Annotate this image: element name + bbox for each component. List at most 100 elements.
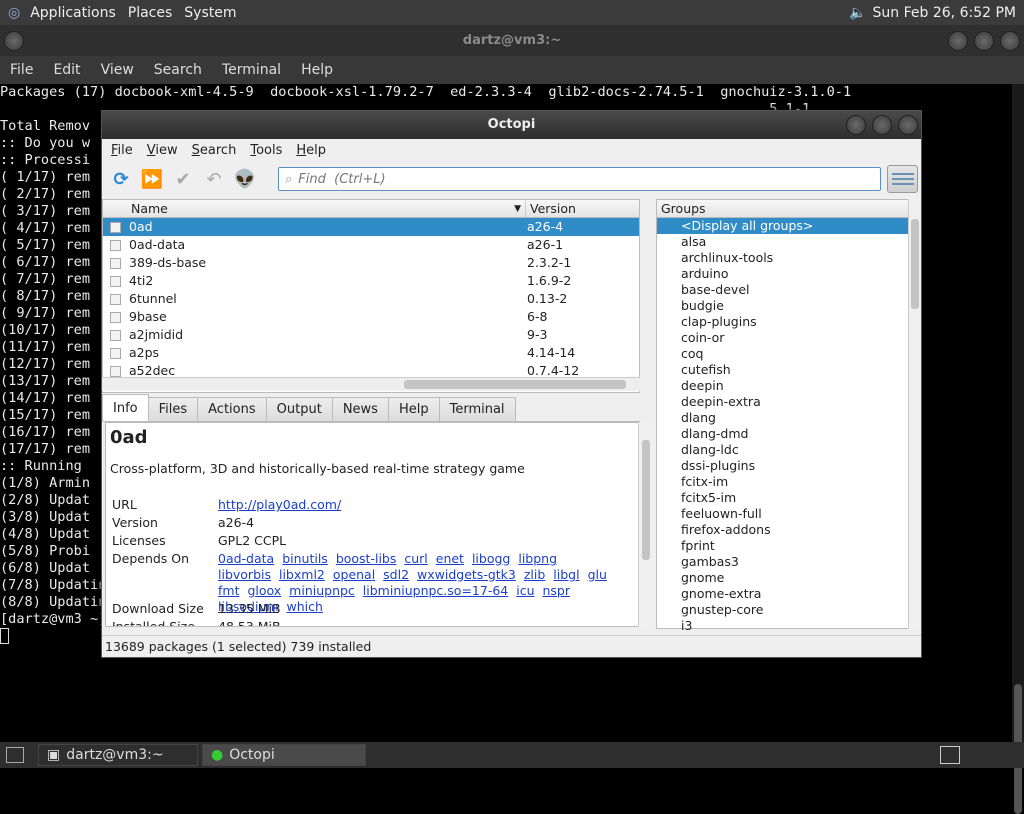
group-item[interactable]: gambas3 — [657, 554, 920, 570]
dependency-link[interactable]: libminiupnpc.so=17-64 — [363, 583, 508, 598]
groups-panel[interactable]: Groups <Display all groups> alsa archlinux… — [656, 199, 921, 633]
tab-actions[interactable]: Actions — [197, 397, 267, 421]
package-row[interactable]: 0ad-data a26-1 — [103, 236, 639, 254]
octopi-menu-view[interactable]: View — [142, 143, 183, 158]
dependency-link[interactable]: zlib — [524, 567, 545, 582]
package-row[interactable]: 6tunnel 0.13-2 — [103, 290, 639, 308]
group-item[interactable]: firefox-addons — [657, 522, 920, 538]
octopi-menu-tools[interactable]: Tools — [245, 143, 287, 158]
group-item[interactable]: archlinux-tools — [657, 250, 920, 266]
dependency-link[interactable]: wxwidgets-gtk3 — [417, 567, 516, 582]
group-item[interactable]: deepin — [657, 378, 920, 394]
group-item[interactable]: alsa — [657, 234, 920, 250]
dependency-link[interactable]: boost-libs — [336, 551, 397, 566]
dependency-link[interactable]: openal — [333, 567, 375, 582]
group-item[interactable]: budgie — [657, 298, 920, 314]
dependency-link[interactable]: libpng — [518, 551, 557, 566]
package-url-link[interactable]: http://play0ad.com/ — [218, 497, 341, 512]
places-menu[interactable]: Places — [122, 5, 179, 21]
package-list-hscrollbar[interactable] — [102, 377, 640, 391]
group-item[interactable]: gnome-extra — [657, 586, 920, 602]
group-item[interactable]: deepin-extra — [657, 394, 920, 410]
commit-icon[interactable]: ✔ — [171, 167, 195, 191]
terminal-menu-edit[interactable]: Edit — [43, 62, 90, 78]
octopi-menu-file[interactable]: File — [106, 143, 138, 158]
clock[interactable]: Sun Feb 26, 6:52 PM — [873, 5, 1016, 21]
terminal-titlebar[interactable]: dartz@vm3:~ — [0, 25, 1024, 56]
tab-info[interactable]: Info — [102, 394, 149, 421]
group-item[interactable]: dlang-ldc — [657, 442, 920, 458]
tab-files[interactable]: Files — [147, 397, 199, 421]
terminal-menu-view[interactable]: View — [91, 62, 144, 78]
package-row[interactable]: 4ti2 1.6.9-2 — [103, 272, 639, 290]
dependency-link[interactable]: miniupnpc — [289, 583, 355, 598]
dependency-link[interactable]: gloox — [247, 583, 281, 598]
package-row[interactable]: a2ps 4.14-14 — [103, 344, 639, 362]
dependency-link[interactable]: binutils — [282, 551, 328, 566]
octopi-minimize-button[interactable] — [846, 115, 866, 135]
dependency-link[interactable]: icu — [516, 583, 534, 598]
octopi-titlebar[interactable]: Octopi — [102, 111, 921, 139]
group-item[interactable]: base-devel — [657, 282, 920, 298]
group-item[interactable]: fcitx5-im — [657, 490, 920, 506]
group-item[interactable]: cutefish — [657, 362, 920, 378]
distro-logo-icon[interactable]: ◎ — [0, 5, 24, 21]
search-input[interactable] — [298, 171, 859, 187]
package-list[interactable]: Name ▼ Version 0ad a26-4 0ad-data a26-1 389-… — [102, 199, 640, 393]
terminal-scrollbar[interactable] — [1012, 84, 1024, 814]
dependency-link[interactable]: fmt — [218, 583, 239, 598]
sync-database-icon[interactable]: ⟳ — [109, 167, 133, 191]
terminal-menu-help[interactable]: Help — [291, 62, 343, 78]
octopi-close-button[interactable] — [898, 115, 918, 135]
volume-icon[interactable]: 🔈 — [849, 5, 866, 21]
package-row[interactable]: 9base 6-8 — [103, 308, 639, 326]
group-item[interactable]: dlang — [657, 410, 920, 426]
dependency-link[interactable]: libvorbis — [218, 567, 271, 582]
group-item[interactable]: dlang-dmd — [657, 426, 920, 442]
group-item[interactable]: i3 — [657, 618, 920, 634]
package-row[interactable]: a2jmidid 9-3 — [103, 326, 639, 344]
applications-menu[interactable]: Applications — [24, 5, 122, 21]
dependency-link[interactable]: nspr — [543, 583, 571, 598]
dependency-link[interactable]: libogg — [472, 551, 510, 566]
task-terminal[interactable]: ▣ dartz@vm3:~ — [38, 744, 198, 766]
system-upgrade-icon[interactable]: ⏩ — [140, 167, 164, 191]
window-menu-button[interactable] — [4, 31, 24, 51]
group-item[interactable]: coq — [657, 346, 920, 362]
group-item[interactable]: arduino — [657, 266, 920, 282]
group-item[interactable]: gnustep-core — [657, 602, 920, 618]
system-menu[interactable]: System — [178, 5, 242, 21]
group-item[interactable]: gnome — [657, 570, 920, 586]
dependency-link[interactable]: 0ad-data — [218, 551, 274, 566]
close-button[interactable] — [1000, 31, 1020, 51]
octopi-maximize-button[interactable] — [872, 115, 892, 135]
dependency-link[interactable]: sdl2 — [383, 567, 409, 582]
group-item[interactable]: feeluown-full — [657, 506, 920, 522]
terminal-menu-file[interactable]: File — [0, 62, 43, 78]
octopi-menu-search[interactable]: Search — [187, 143, 242, 158]
dependency-link[interactable]: glu — [588, 567, 607, 582]
group-item[interactable]: clap-plugins — [657, 314, 920, 330]
package-row[interactable]: 0ad a26-4 — [103, 218, 639, 236]
minimize-button[interactable] — [948, 31, 968, 51]
tab-output[interactable]: Output — [265, 397, 333, 421]
group-item[interactable]: coin-or — [657, 330, 920, 346]
tab-help[interactable]: Help — [387, 397, 440, 421]
search-box[interactable]: ⌕ — [278, 167, 881, 191]
hamburger-menu-button[interactable] — [887, 165, 918, 193]
rollback-icon[interactable]: ↶ — [202, 167, 226, 191]
aur-alien-icon[interactable]: 👽 — [233, 167, 257, 191]
group-item[interactable]: <Display all groups> — [657, 218, 920, 234]
dependency-link[interactable]: curl — [404, 551, 427, 566]
info-scrollbar[interactable] — [638, 422, 652, 627]
terminal-menu-terminal[interactable]: Terminal — [212, 62, 291, 78]
octopi-menu-help[interactable]: Help — [291, 143, 331, 158]
task-octopi[interactable]: ● Octopi — [202, 744, 366, 766]
column-version[interactable]: Version — [525, 200, 637, 217]
terminal-menu-search[interactable]: Search — [144, 62, 212, 78]
dependency-link[interactable]: libxml2 — [279, 567, 325, 582]
dependency-link[interactable]: enet — [436, 551, 464, 566]
maximize-button[interactable] — [974, 31, 994, 51]
tab-news[interactable]: News — [331, 397, 389, 421]
dependency-link[interactable]: libgl — [553, 567, 579, 582]
